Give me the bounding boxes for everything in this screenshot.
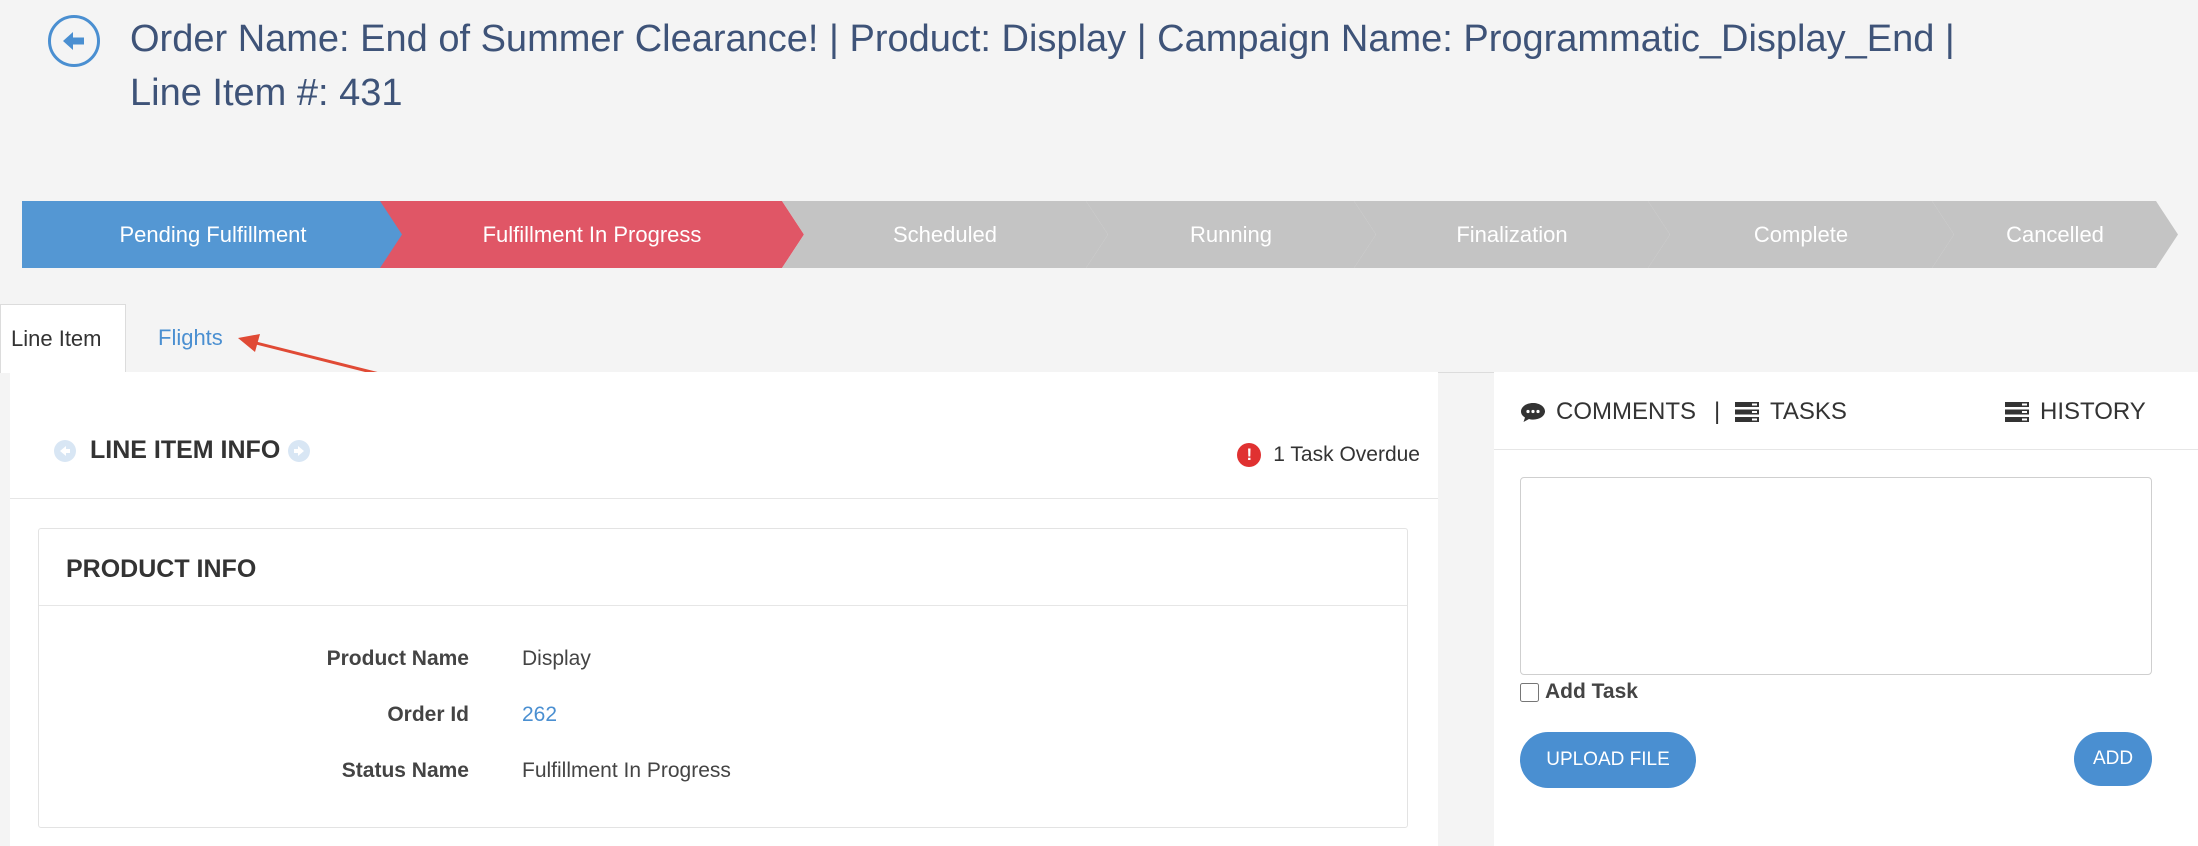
task-overdue-indicator[interactable]: ! 1 Task Overdue: [1237, 443, 1420, 467]
side-panel: COMMENTS | TASKS HISTORY Add Task UPLOAD…: [1494, 372, 2198, 846]
field-row-order-id: Order Id 262: [39, 703, 1407, 733]
upload-file-button[interactable]: UPLOAD FILE: [1520, 732, 1696, 788]
add-task-checkbox[interactable]: [1520, 682, 1539, 702]
history-icon: [2005, 402, 2029, 422]
add-task-checkbox-label[interactable]: Add Task: [1520, 680, 1638, 704]
field-label: Order Id: [387, 703, 469, 726]
tasks-icon: [1735, 402, 1759, 422]
stage-complete[interactable]: Complete: [1648, 201, 1954, 268]
overdue-text: 1 Task Overdue: [1273, 443, 1420, 466]
stage-running[interactable]: Running: [1086, 201, 1376, 268]
product-info-title: PRODUCT INFO: [66, 555, 257, 583]
stage-fulfillment-in-progress[interactable]: Fulfillment In Progress: [380, 201, 804, 268]
tab-divider: |: [1714, 398, 1721, 425]
comments-label: COMMENTS: [1556, 398, 1696, 425]
tasks-label: TASKS: [1770, 398, 1847, 425]
page-title: Order Name: End of Summer Clearance! | P…: [130, 18, 1955, 114]
field-label: Product Name: [326, 647, 469, 670]
field-value: Fulfillment In Progress: [522, 759, 731, 782]
stage-label: Cancelled: [2006, 221, 2104, 247]
stage-finalization[interactable]: Finalization: [1354, 201, 1670, 268]
stage-scheduled[interactable]: Scheduled: [782, 201, 1108, 268]
field-row-product-name: Product Name Display: [39, 647, 1407, 677]
tab-history[interactable]: HISTORY: [2004, 398, 2146, 426]
history-label: HISTORY: [2040, 398, 2146, 425]
stage-label: Pending Fulfillment: [119, 221, 307, 247]
stage-cancelled[interactable]: Cancelled: [1932, 201, 2178, 268]
stage-label: Complete: [1753, 221, 1849, 247]
stage-pending-fulfillment[interactable]: Pending Fulfillment: [22, 201, 404, 268]
previous-arrow-icon[interactable]: [54, 440, 76, 462]
comment-icon: [1521, 403, 1545, 422]
add-task-label: Add Task: [1545, 680, 1638, 703]
stage-label: Finalization: [1456, 221, 1568, 247]
line-item-info-header: LINE ITEM INFO ! 1 Task Overdue: [10, 410, 1438, 499]
tab-tasks[interactable]: TASKS: [1734, 398, 1847, 426]
tab-flights[interactable]: Flights: [158, 304, 223, 372]
tab-comments[interactable]: COMMENTS: [1520, 398, 1696, 426]
comment-input[interactable]: [1520, 477, 2152, 675]
side-panel-header: COMMENTS | TASKS HISTORY: [1494, 372, 2198, 450]
product-info-header: PRODUCT INFO: [39, 529, 1407, 606]
add-comment-button[interactable]: ADD: [2074, 732, 2152, 786]
stage-label: Running: [1190, 221, 1272, 247]
stage-label: Scheduled: [893, 221, 997, 247]
next-arrow-icon[interactable]: [288, 440, 310, 462]
alert-icon: !: [1237, 443, 1262, 467]
field-row-status-name: Status Name Fulfillment In Progress: [39, 759, 1407, 789]
stage-progress-bar: Pending Fulfillment Fulfillment In Progr…: [22, 201, 2178, 268]
tab-line-item[interactable]: Line Item: [0, 304, 126, 373]
order-id-link[interactable]: 262: [522, 703, 557, 727]
field-value: Display: [522, 647, 591, 670]
main-top-strip: [10, 372, 1438, 411]
product-info-card: PRODUCT INFO Product Name Display Order …: [38, 528, 1408, 828]
back-button[interactable]: [48, 15, 100, 67]
line-item-info-title: LINE ITEM INFO: [90, 436, 281, 464]
field-label: Status Name: [341, 759, 469, 782]
arrow-left-icon: [63, 32, 84, 50]
stage-label: Fulfillment In Progress: [482, 221, 702, 247]
